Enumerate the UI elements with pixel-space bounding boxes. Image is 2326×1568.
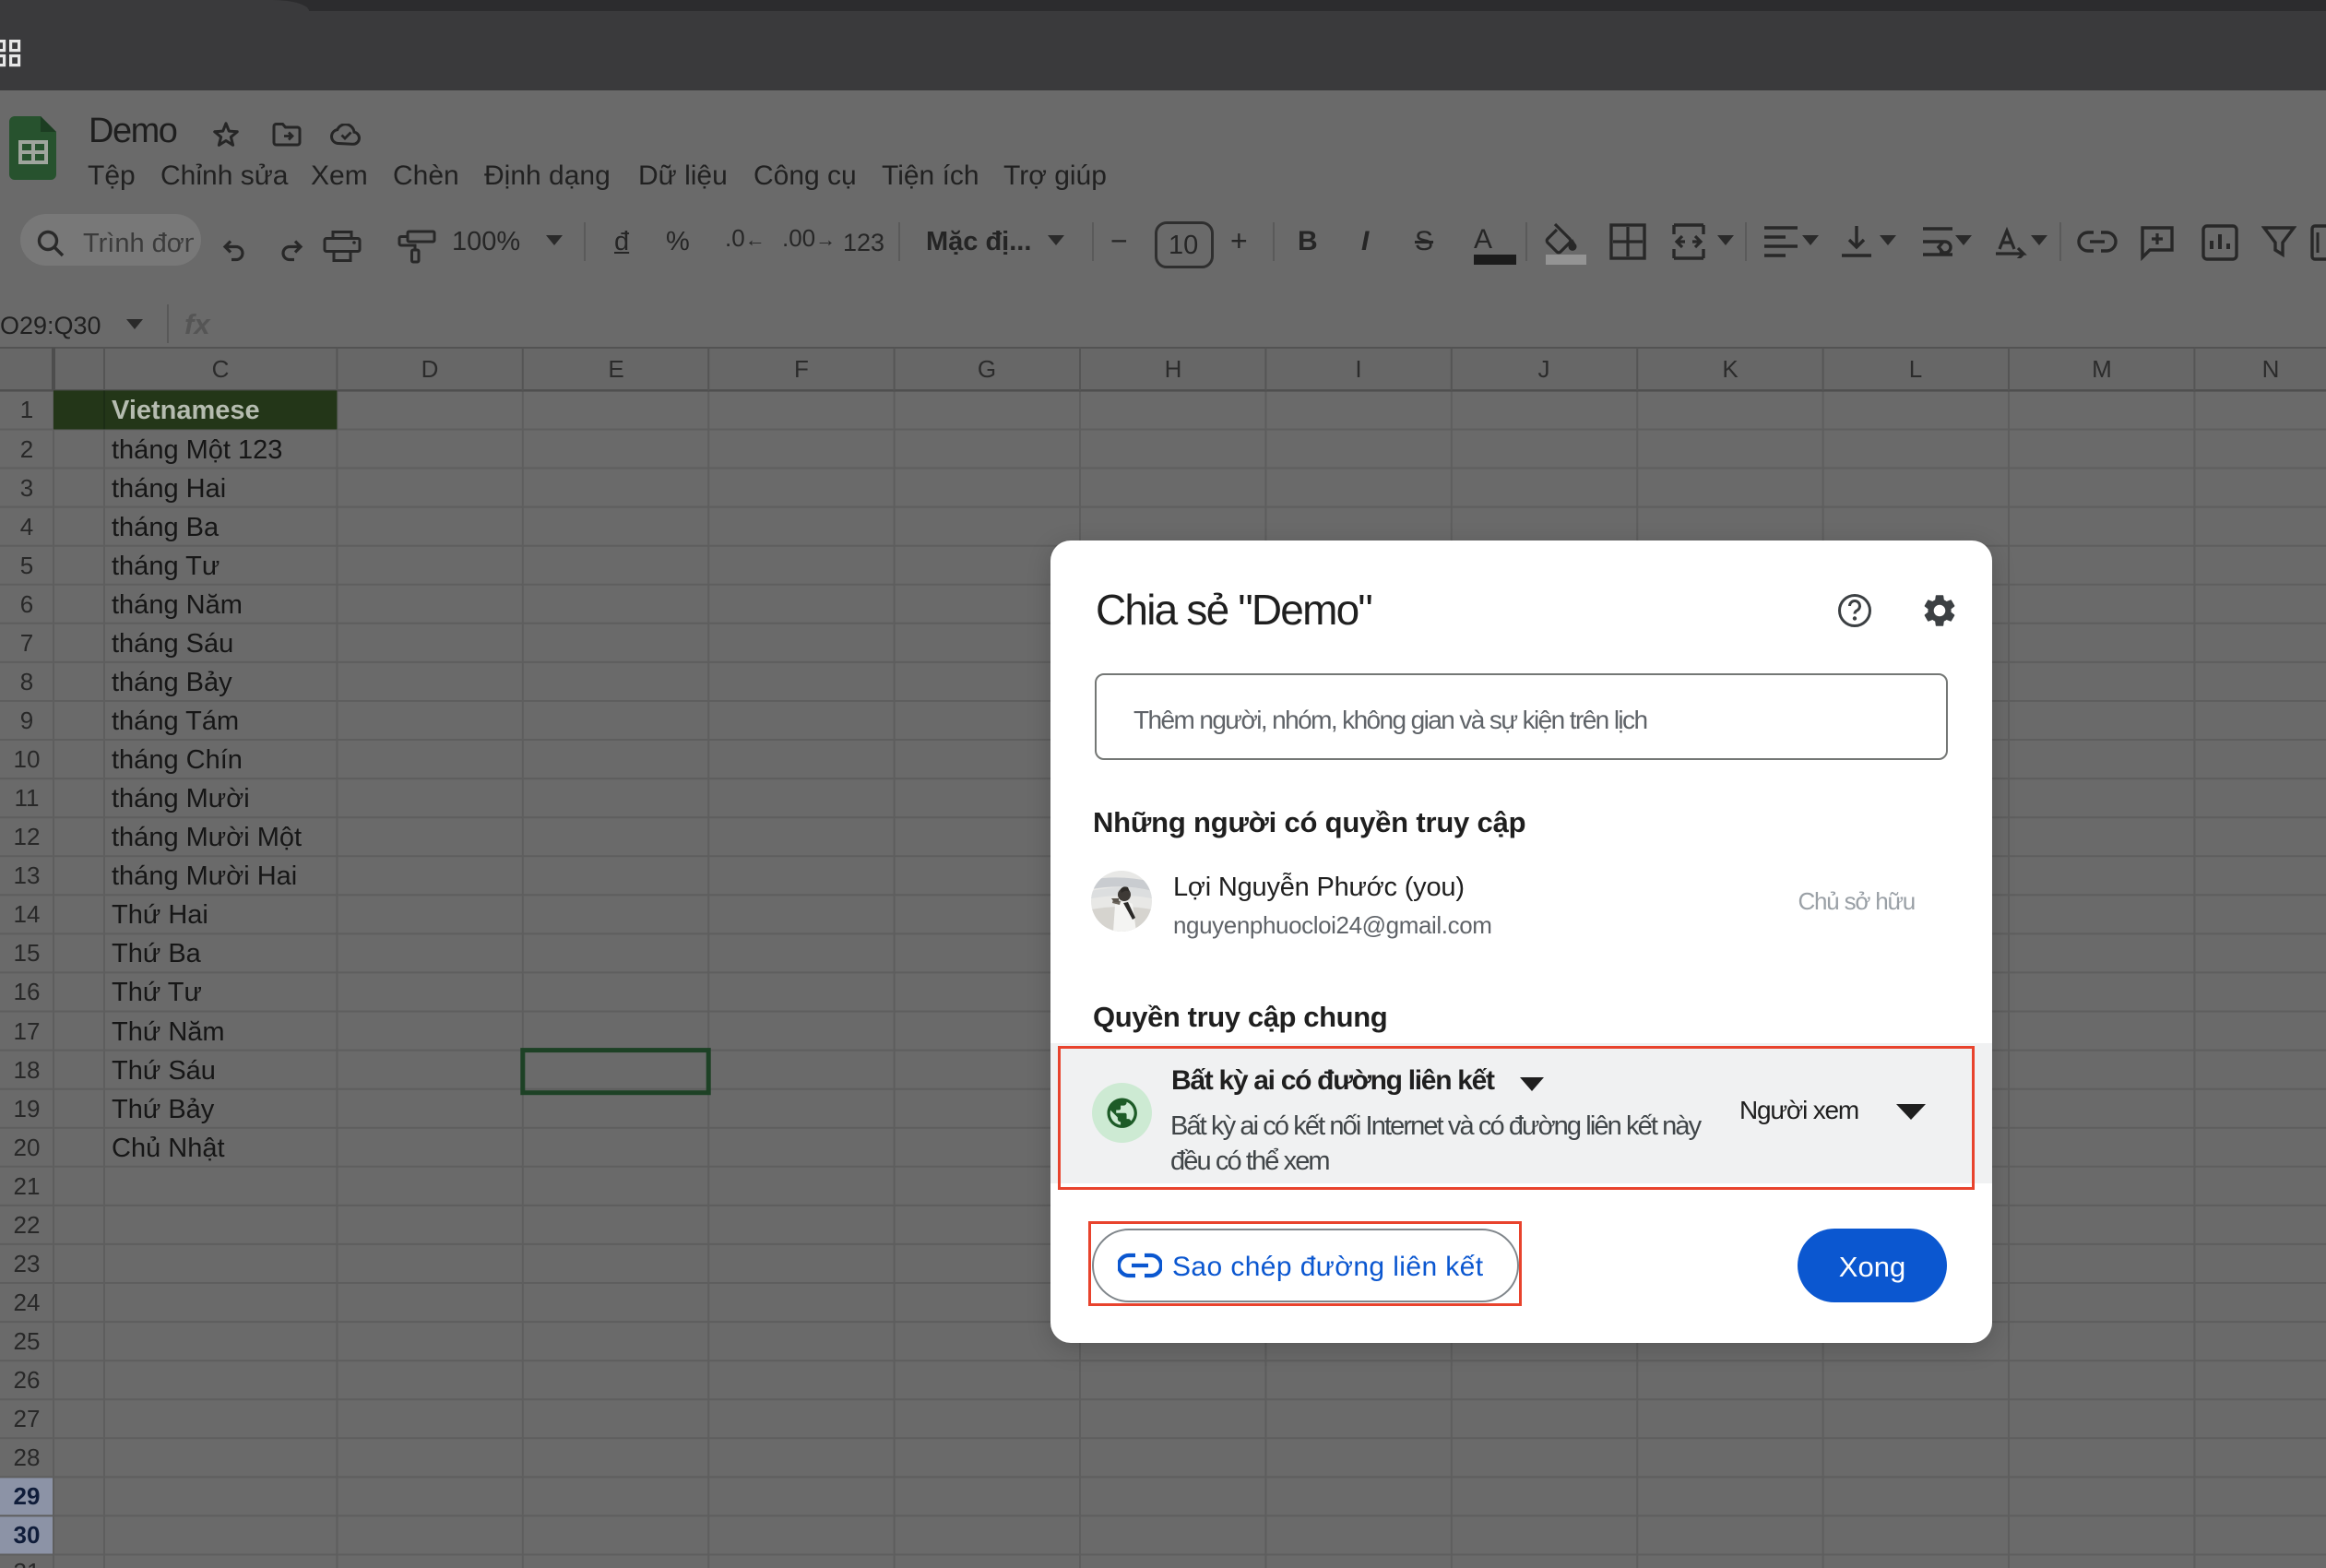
svg-text:2: 2 [20,435,33,463]
svg-text:6: 6 [20,590,33,618]
svg-text:Thứ Sáu: Thứ Sáu [112,1056,216,1086]
svg-text:27: 27 [14,1405,41,1432]
svg-text:tháng Tư: tháng Tư [112,552,220,581]
svg-text:tháng Chín: tháng Chín [112,745,243,775]
svg-text:1: 1 [20,396,33,423]
svg-text:31: 31 [14,1558,41,1568]
svg-text:L: L [1909,355,1922,383]
svg-text:10: 10 [14,745,41,773]
svg-text:Thứ Bảy: Thứ Bảy [112,1095,215,1124]
svg-text:D: D [421,355,439,383]
svg-text:26: 26 [14,1366,41,1394]
svg-text:19: 19 [14,1095,41,1123]
svg-text:7: 7 [20,629,33,657]
svg-text:tháng Mười: tháng Mười [112,784,250,814]
svg-text:tháng Hai: tháng Hai [112,474,226,504]
svg-text:tháng Mười Một: tháng Mười Một [112,823,302,852]
svg-text:tháng Năm: tháng Năm [112,590,243,620]
svg-text:tháng Mười Hai: tháng Mười Hai [112,861,297,891]
svg-text:28: 28 [14,1443,41,1471]
svg-text:Thứ Ba: Thứ Ba [112,939,202,968]
svg-text:M: M [2092,355,2112,383]
svg-text:Thứ Năm: Thứ Năm [112,1017,225,1047]
svg-text:tháng Sáu: tháng Sáu [112,629,233,659]
svg-text:22: 22 [14,1211,41,1239]
svg-text:Vietnamese: Vietnamese [112,396,260,425]
svg-text:tháng Một 123: tháng Một 123 [112,435,282,465]
svg-text:13: 13 [14,861,41,889]
svg-text:I: I [1355,355,1361,383]
svg-text:15: 15 [14,939,41,967]
svg-text:tháng Ba: tháng Ba [112,513,220,542]
svg-text:14: 14 [14,900,41,928]
svg-text:3: 3 [20,474,33,502]
svg-text:tháng Tám: tháng Tám [112,707,239,736]
svg-text:C: C [212,355,230,383]
svg-text:J: J [1538,355,1550,383]
svg-text:Thứ Tư: Thứ Tư [112,978,202,1007]
svg-text:16: 16 [14,978,41,1005]
svg-text:18: 18 [14,1056,41,1084]
svg-text:F: F [794,355,809,383]
svg-text:H: H [1165,355,1182,383]
svg-text:5: 5 [20,552,33,579]
svg-text:23: 23 [14,1250,41,1277]
svg-text:20: 20 [14,1134,41,1161]
svg-text:11: 11 [15,784,40,812]
svg-text:4: 4 [20,513,33,540]
svg-text:tháng Bảy: tháng Bảy [112,668,232,697]
svg-text:G: G [978,355,996,383]
svg-text:21: 21 [14,1172,41,1200]
svg-text:K: K [1722,355,1739,383]
svg-text:8: 8 [20,668,33,695]
svg-text:25: 25 [14,1327,41,1355]
svg-text:17: 17 [14,1017,41,1045]
svg-text:Chủ Nhật: Chủ Nhật [112,1134,225,1163]
svg-text:9: 9 [20,707,33,734]
svg-text:Thứ Hai: Thứ Hai [112,900,208,930]
svg-text:12: 12 [14,823,41,850]
svg-text:E: E [608,355,623,383]
svg-text:29: 29 [14,1482,41,1510]
svg-text:24: 24 [14,1289,41,1316]
svg-text:N: N [2262,355,2280,383]
svg-text:30: 30 [14,1521,41,1549]
